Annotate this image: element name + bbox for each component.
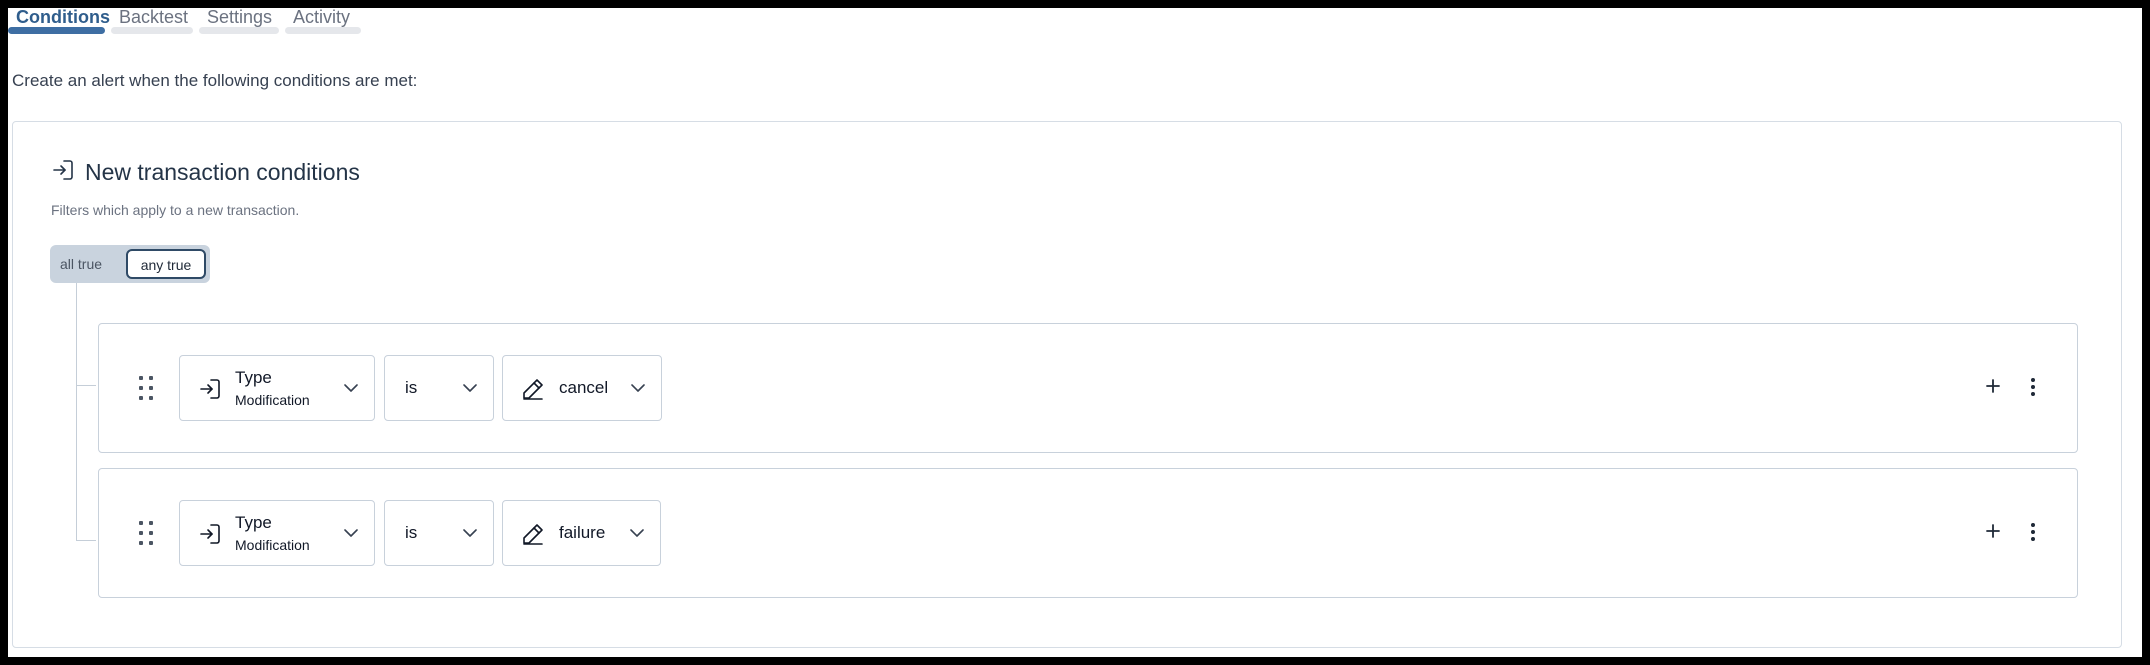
- tab-indicator: [199, 27, 279, 34]
- value-select[interactable]: failure: [502, 500, 661, 566]
- tree-connector: [76, 283, 77, 540]
- sign-in-icon: [200, 379, 220, 399]
- operator-select[interactable]: is: [384, 355, 494, 421]
- field-sublabel: Modification: [235, 537, 310, 553]
- section-subtitle: Filters which apply to a new transaction…: [51, 202, 300, 218]
- value-text: failure: [559, 523, 606, 542]
- tab-indicator: [111, 27, 193, 34]
- tab-conditions[interactable]: Conditions: [8, 7, 110, 38]
- condition-row: Type Modification is cancel: [98, 323, 2078, 453]
- chevron-down-icon: [463, 384, 477, 392]
- tab-label: Settings: [207, 7, 273, 27]
- more-vertical-icon[interactable]: [2023, 521, 2043, 543]
- field-label: Type: [235, 368, 272, 387]
- field-select[interactable]: Type Modification: [179, 500, 375, 566]
- pencil-icon: [523, 379, 543, 400]
- operator-select[interactable]: is: [384, 500, 494, 566]
- tab-activity[interactable]: Activity: [285, 7, 361, 38]
- toggle-all-true[interactable]: all true: [60, 250, 102, 278]
- chevron-down-icon: [463, 529, 477, 537]
- app-frame: Conditions Backtest Settings Activity Cr…: [8, 7, 2142, 657]
- conditions-panel: New transaction conditions Filters which…: [12, 121, 2122, 648]
- chevron-down-icon: [344, 529, 358, 537]
- sign-in-icon: [53, 160, 73, 180]
- drag-handle-icon[interactable]: [137, 375, 155, 401]
- pencil-icon: [523, 524, 543, 545]
- tab-label: Backtest: [119, 7, 189, 27]
- operator-value: is: [405, 378, 418, 397]
- chevron-down-icon: [630, 529, 644, 537]
- field-select[interactable]: Type Modification: [179, 355, 375, 421]
- value-text: cancel: [559, 378, 609, 397]
- tree-connector: [76, 385, 96, 386]
- drag-handle-icon[interactable]: [137, 520, 155, 546]
- chevron-down-icon: [344, 384, 358, 392]
- add-condition-icon[interactable]: [1983, 521, 2003, 541]
- value-select[interactable]: cancel: [502, 355, 662, 421]
- tab-bar: Conditions Backtest Settings Activity: [8, 7, 361, 48]
- field-sublabel: Modification: [235, 392, 310, 408]
- tab-settings[interactable]: Settings: [199, 7, 279, 38]
- operator-value: is: [405, 523, 418, 542]
- field-label: Type: [235, 513, 272, 532]
- tab-label: Conditions: [16, 7, 110, 27]
- add-condition-icon[interactable]: [1983, 376, 2003, 396]
- tab-indicator: [285, 27, 361, 34]
- chevron-down-icon: [631, 384, 645, 392]
- tree-connector: [76, 540, 96, 541]
- intro-text: Create an alert when the following condi…: [12, 71, 418, 90]
- sign-in-icon: [200, 524, 220, 544]
- tab-indicator: [8, 27, 105, 34]
- section-title: New transaction conditions: [85, 159, 360, 185]
- toggle-any-true[interactable]: any true: [126, 249, 206, 279]
- condition-row: Type Modification is failure: [98, 468, 2078, 598]
- more-vertical-icon[interactable]: [2023, 376, 2043, 398]
- tab-label: Activity: [293, 7, 351, 27]
- tab-backtest[interactable]: Backtest: [111, 7, 193, 38]
- logic-toggle: all true any true: [50, 245, 210, 283]
